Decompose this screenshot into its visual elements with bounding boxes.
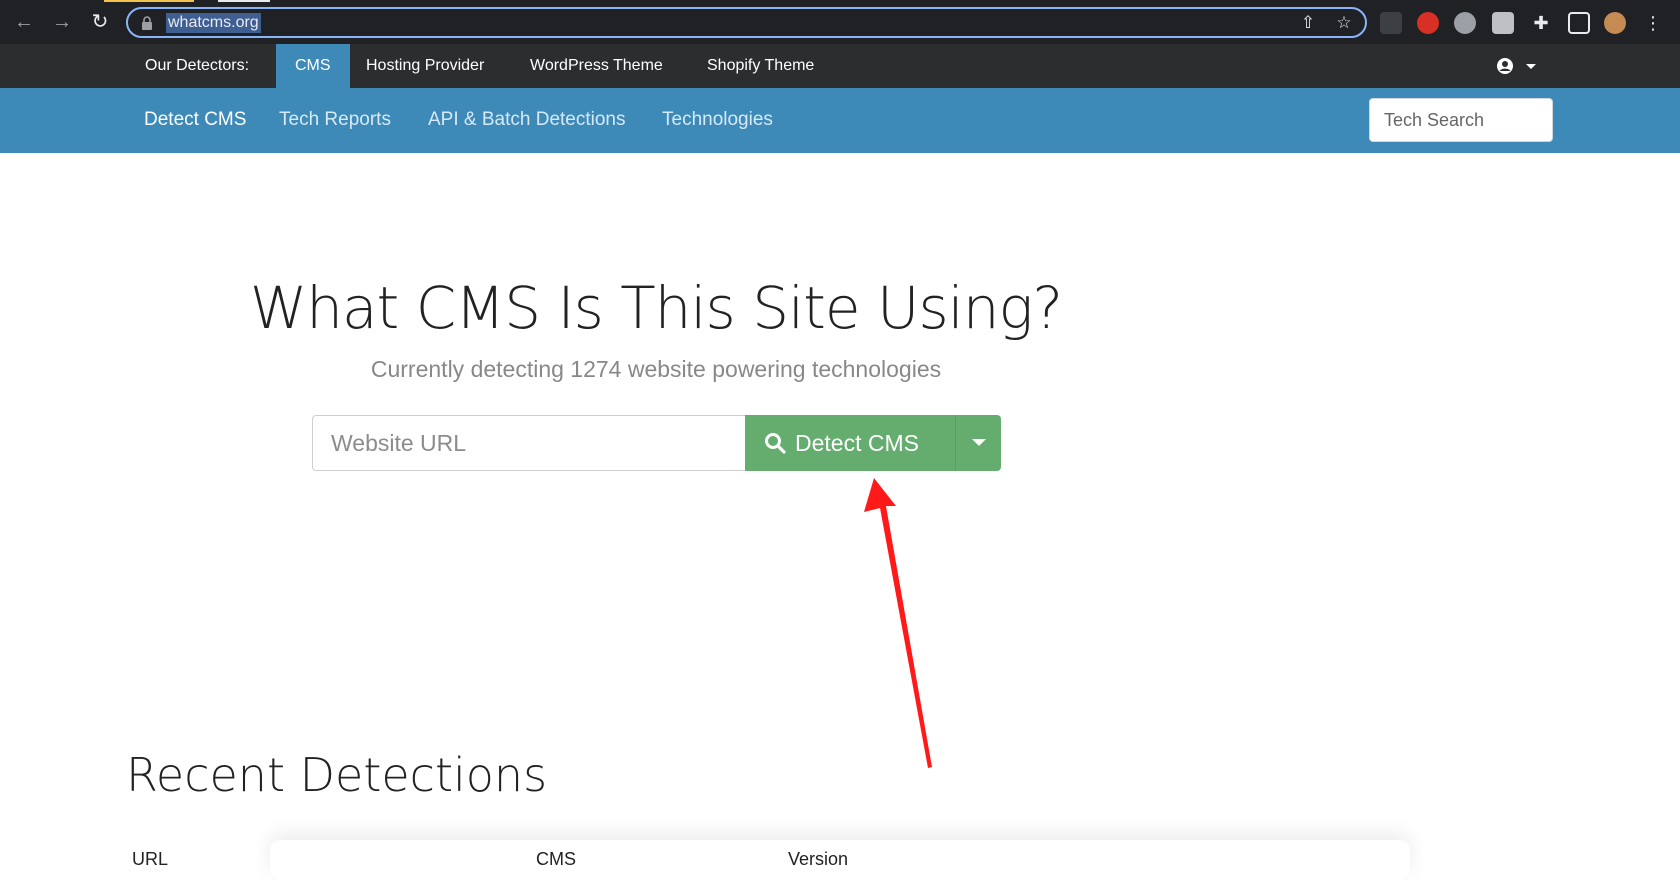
website-url-input[interactable]	[312, 415, 746, 471]
user-menu-icon[interactable]	[1495, 56, 1539, 76]
star-icon[interactable]: ☆	[1334, 13, 1354, 33]
extension-hand-icon[interactable]	[1417, 12, 1439, 34]
detectors-label: Our Detectors:	[145, 57, 250, 74]
detector-shopify-theme[interactable]: Shopify Theme	[707, 44, 814, 88]
forward-arrow-icon[interactable]: →	[50, 10, 74, 34]
extensions-puzzle-icon[interactable]: ✚	[1530, 12, 1552, 34]
nav-api-batch[interactable]: API & Batch Detections	[428, 108, 626, 132]
url-text[interactable]: whatcms.org	[166, 13, 261, 33]
nav-detect-cms[interactable]: Detect CMS	[144, 108, 246, 132]
caret-down-icon	[972, 439, 986, 446]
search-icon	[765, 433, 786, 454]
column-header-version: Version	[788, 849, 849, 869]
extension-new-icon[interactable]	[1380, 12, 1402, 34]
column-header-url: URL	[132, 849, 169, 869]
profile-avatar-icon[interactable]	[1604, 12, 1626, 34]
reload-icon[interactable]: ↻	[88, 10, 112, 34]
address-bar[interactable]: whatcms.org ⇧ ☆	[126, 7, 1367, 38]
lock-icon	[142, 16, 152, 30]
detect-cms-label: Detect CMS	[795, 429, 919, 456]
recent-detections-title: Recent Detections	[126, 748, 548, 802]
page-title: What CMS Is This Site Using?	[249, 274, 1063, 342]
nav-technologies[interactable]: Technologies	[662, 108, 773, 132]
share-icon[interactable]: ⇧	[1298, 13, 1318, 33]
annotation-arrow	[864, 478, 932, 768]
tab-indicator	[104, 0, 194, 2]
detector-hosting-provider[interactable]: Hosting Provider	[366, 44, 484, 88]
detect-cms-button[interactable]: Detect CMS	[745, 415, 955, 471]
tab-indicator	[218, 0, 270, 2]
main-nav: Detect CMS Tech Reports API & Batch Dete…	[0, 88, 1680, 153]
detectors-bar: Our Detectors: CMS Hosting Provider Word…	[0, 44, 1680, 88]
more-menu-icon[interactable]: ⋮	[1642, 12, 1664, 34]
extension-s-icon[interactable]	[1454, 12, 1476, 34]
detect-options-dropdown[interactable]	[955, 415, 1001, 471]
extension-image-icon[interactable]	[1492, 12, 1514, 34]
side-panel-icon[interactable]	[1568, 12, 1590, 34]
page-subtitle: Currently detecting 1274 website powerin…	[370, 356, 942, 382]
detector-wordpress-theme[interactable]: WordPress Theme	[530, 44, 663, 88]
nav-tech-reports[interactable]: Tech Reports	[279, 108, 391, 132]
tech-search-input[interactable]	[1369, 98, 1553, 142]
browser-toolbar: ← → ↻ whatcms.org ⇧ ☆ ✚ ⋮	[0, 0, 1680, 44]
back-arrow-icon[interactable]: ←	[12, 10, 36, 34]
detector-cms[interactable]: CMS	[276, 44, 350, 88]
column-header-cms: CMS	[536, 849, 576, 869]
